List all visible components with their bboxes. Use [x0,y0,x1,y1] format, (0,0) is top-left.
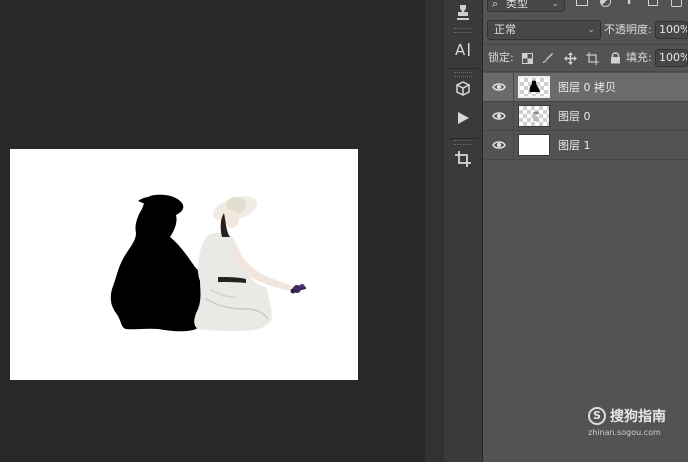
panel-grip[interactable] [454,28,472,33]
watermark-name: 搜狗指南 [610,409,666,425]
svg-text:A: A [455,41,466,57]
lock-transparent-pixels-icon[interactable] [520,51,534,65]
filter-smartobject-icon[interactable] [671,0,682,7]
filter-kind-value: 类型 [506,0,528,10]
layer-row-original[interactable]: 图层 0 [483,102,688,131]
panel-grip[interactable] [454,140,472,145]
tool-separator [448,68,478,69]
eye-icon[interactable] [492,139,506,151]
layer-name: 图层 0 拷贝 [558,81,616,94]
lock-all-icon[interactable] [608,50,622,64]
3d-cube-icon[interactable] [450,76,476,102]
layer-thumbnail [518,76,550,98]
sogou-logo-icon: S [588,407,606,425]
layer-thumbnail [518,134,550,156]
blend-mode-value: 正常 [494,23,516,36]
fill-input[interactable]: 100% [655,49,688,67]
filter-pixel-icon[interactable] [576,0,588,6]
lock-artboard-icon[interactable] [585,51,599,65]
layers-panel: ⌕ 类型 ⌄ T 正常 ⌄ 不透明度: 100% 锁定: 填充: 100% 图层… [483,0,688,462]
filter-row: ⌕ 类型 ⌄ T [483,0,688,14]
canvas-area[interactable] [0,0,425,462]
layer-name: 图层 0 [558,110,591,123]
character-panel-icon[interactable]: A [450,36,476,62]
search-icon: ⌕ [492,0,499,10]
play-actions-icon[interactable] [450,105,476,131]
panel-icon-strip: A [444,0,483,462]
layer-thumbnail [518,105,550,127]
lock-position-icon[interactable] [563,51,577,65]
filter-adjustment-icon[interactable] [600,0,611,7]
lock-label: 锁定: [488,51,514,64]
crop-icon[interactable] [450,146,476,172]
eye-icon[interactable] [492,81,506,93]
blend-mode-dropdown[interactable]: 正常 ⌄ [487,20,601,40]
stamp-icon[interactable] [450,0,476,26]
eye-icon[interactable] [492,110,506,122]
panel-divider[interactable] [425,0,445,462]
layer-name: 图层 1 [558,139,591,152]
lock-row: 锁定: 填充: 100% [483,45,688,72]
document-canvas[interactable] [10,149,358,380]
filter-shape-icon[interactable] [648,0,658,6]
filter-type-icon[interactable]: T [625,0,633,7]
layer-row-background[interactable]: 图层 1 [483,131,688,160]
canvas-artwork [110,194,307,332]
opacity-label: 不透明度: [604,23,652,36]
layer-row-copy[interactable]: 图层 0 拷贝 [483,73,688,102]
watermark-url: zhinan.sogou.com [588,428,661,437]
chevron-down-icon: ⌄ [587,25,595,35]
filter-kind-dropdown[interactable]: ⌕ 类型 ⌄ [487,0,565,12]
sogou-watermark: S 搜狗指南 zhinan.sogou.com [588,405,684,441]
opacity-input[interactable]: 100% [655,21,688,39]
lock-image-pixels-icon[interactable] [541,51,555,65]
chevron-down-icon: ⌄ [551,0,559,9]
tool-separator [448,138,478,139]
fill-label: 填充: [626,51,652,64]
blend-row: 正常 ⌄ 不透明度: 100% [483,18,688,45]
